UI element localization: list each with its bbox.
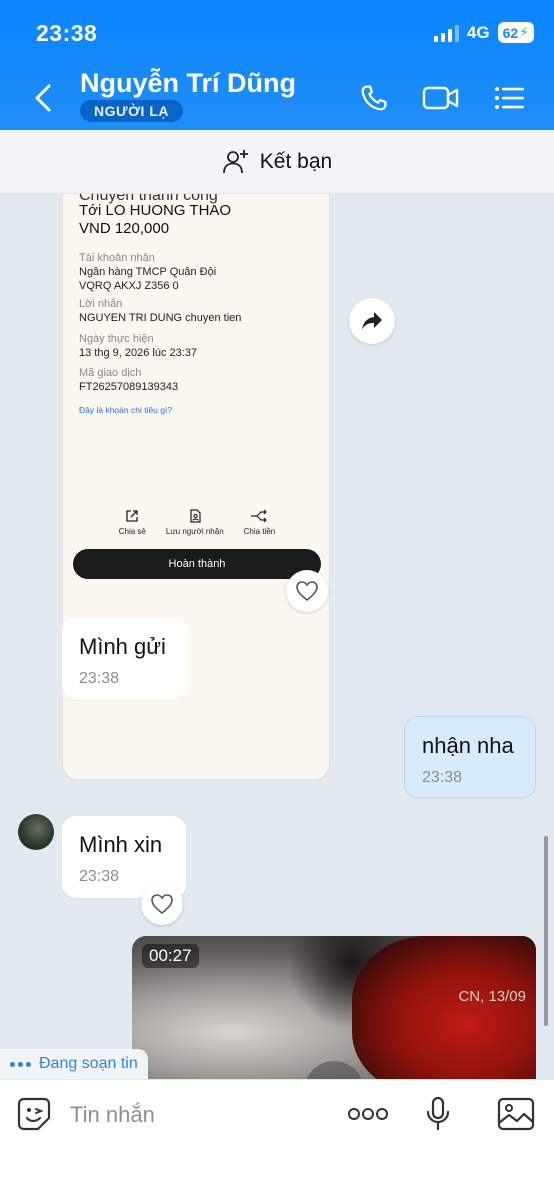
forward-button[interactable] xyxy=(349,298,395,344)
split-icon xyxy=(251,509,268,523)
receipt-date: Ngày thực hiện 13 thg 9, 2026 lúc 23:37 xyxy=(79,332,197,360)
receipt-split-label: Chia tiền xyxy=(243,527,276,536)
receipt-split: Chia tiền xyxy=(243,509,276,536)
message-bubble[interactable]: Mình gửi 23:38 xyxy=(62,618,188,700)
add-friend-label: Kết bạn xyxy=(259,149,333,173)
receipt-share: Chia sẻ xyxy=(119,509,146,536)
video-frame-red xyxy=(352,936,536,1079)
receipt-account: Tài khoản nhận Ngân hàng TMCP Quân Đội V… xyxy=(79,251,216,293)
video-camera-icon xyxy=(422,86,459,110)
forward-icon xyxy=(362,312,382,330)
add-friend-icon xyxy=(222,149,248,173)
receipt-transaction-id: FT26257089139343 xyxy=(79,381,179,393)
video-duration: 00:27 xyxy=(142,944,199,968)
signal-icon xyxy=(433,24,459,42)
sticker-button[interactable] xyxy=(14,1094,54,1134)
battery-indicator: 62 ⚡ xyxy=(497,22,534,43)
back-button[interactable] xyxy=(28,80,58,116)
receipt-save-label: Lưu người nhận xyxy=(165,527,224,536)
chevron-left-icon xyxy=(35,84,51,112)
message-time: 23:38 xyxy=(422,769,463,786)
receipt-save-recipient: Lưu người nhận xyxy=(166,509,224,536)
receipt-bank: Ngân hàng TMCP Quân Đội xyxy=(79,266,217,278)
message-input-bar: Tin nhắn xyxy=(0,1079,554,1199)
message-text: Mình xin xyxy=(79,832,163,857)
video-date: CN, 13/09 xyxy=(458,988,526,1005)
play-icon[interactable] xyxy=(304,1061,364,1079)
battery-level: 62 xyxy=(502,24,519,41)
menu-button[interactable] xyxy=(492,80,528,116)
receipt-account-label: Tài khoản nhận xyxy=(79,252,155,264)
chat-header: 23:38 4G 62 ⚡ Nguyễn Trí Dũng NGƯỜI LẠ xyxy=(0,0,554,130)
receipt-date-label: Ngày thực hiện xyxy=(79,333,154,345)
contact-name[interactable]: Nguyễn Trí Dũng xyxy=(80,68,296,99)
status-indicators: 4G 62 ⚡ xyxy=(433,22,534,43)
voice-record-button[interactable] xyxy=(418,1094,458,1134)
scrollbar[interactable] xyxy=(544,836,548,1026)
phone-icon xyxy=(361,85,387,111)
typing-dots-icon xyxy=(10,1061,31,1067)
add-friend-bar[interactable]: Kết bạn xyxy=(0,130,554,194)
image-gallery-icon xyxy=(497,1097,535,1131)
charging-icon: ⚡ xyxy=(519,24,529,40)
heart-icon xyxy=(151,894,173,915)
receipt-transaction-label: Mã giao dịch xyxy=(79,367,142,379)
receipt-date-text: 13 thg 9, 2026 lúc 23:37 xyxy=(79,347,198,359)
receipt-message-label: Lời nhắn xyxy=(79,298,123,310)
more-options-button[interactable] xyxy=(346,1094,390,1134)
microphone-icon xyxy=(426,1096,450,1131)
receipt-transaction: Mã giao dịch FT26257089139343 xyxy=(79,366,178,394)
receipt-recipient: Tới LO HUONG THAO xyxy=(79,202,232,219)
receipt-message-text: NGUYEN TRI DUNG chuyen tien xyxy=(79,312,242,324)
receipt-expense-link: Đây là khoản chi tiêu gì? xyxy=(79,405,173,415)
contact-avatar[interactable] xyxy=(18,814,54,850)
message-text: nhận nha xyxy=(422,733,514,758)
voice-call-button[interactable] xyxy=(356,80,392,116)
typing-indicator: Đang soạn tin xyxy=(0,1049,148,1079)
receipt-account-number: VQRQ AKXJ Z356 0 xyxy=(79,280,179,292)
message-bubble-mine[interactable]: nhận nha 23:38 xyxy=(404,716,536,798)
chat-area[interactable]: Chuyển thành công Tới LO HUONG THAO VND … xyxy=(0,194,554,1079)
heart-icon xyxy=(296,581,318,602)
network-type: 4G xyxy=(466,22,490,42)
react-heart-button[interactable] xyxy=(286,570,328,612)
receipt-share-label: Chia sẻ xyxy=(118,527,146,536)
share-out-icon xyxy=(126,510,138,522)
typing-label: Đang soạn tin xyxy=(39,1055,138,1072)
message-text: Mình gửi xyxy=(79,634,166,659)
video-message[interactable]: 00:27 CN, 13/09 xyxy=(132,936,536,1079)
save-contact-icon xyxy=(190,509,201,523)
receipt-message: Lời nhắn NGUYEN TRI DUNG chuyen tien xyxy=(79,297,241,325)
receipt-done-button: Hoàn thành xyxy=(73,549,321,579)
list-menu-icon xyxy=(495,87,524,109)
emoji-sticker-icon xyxy=(17,1097,51,1131)
receipt-actions: Chia sẻ Lưu người nhận Chia tiền xyxy=(63,509,329,536)
message-input[interactable]: Tin nhắn xyxy=(70,1102,155,1128)
receipt-amount: VND 120,000 xyxy=(79,220,170,237)
gallery-button[interactable] xyxy=(496,1094,536,1134)
video-call-button[interactable] xyxy=(421,80,461,116)
react-heart-button[interactable] xyxy=(141,883,183,925)
message-time: 23:38 xyxy=(79,670,120,687)
more-dots-icon xyxy=(348,1108,388,1120)
stranger-badge: NGƯỜI LẠ xyxy=(80,100,183,122)
status-time: 23:38 xyxy=(36,20,98,46)
